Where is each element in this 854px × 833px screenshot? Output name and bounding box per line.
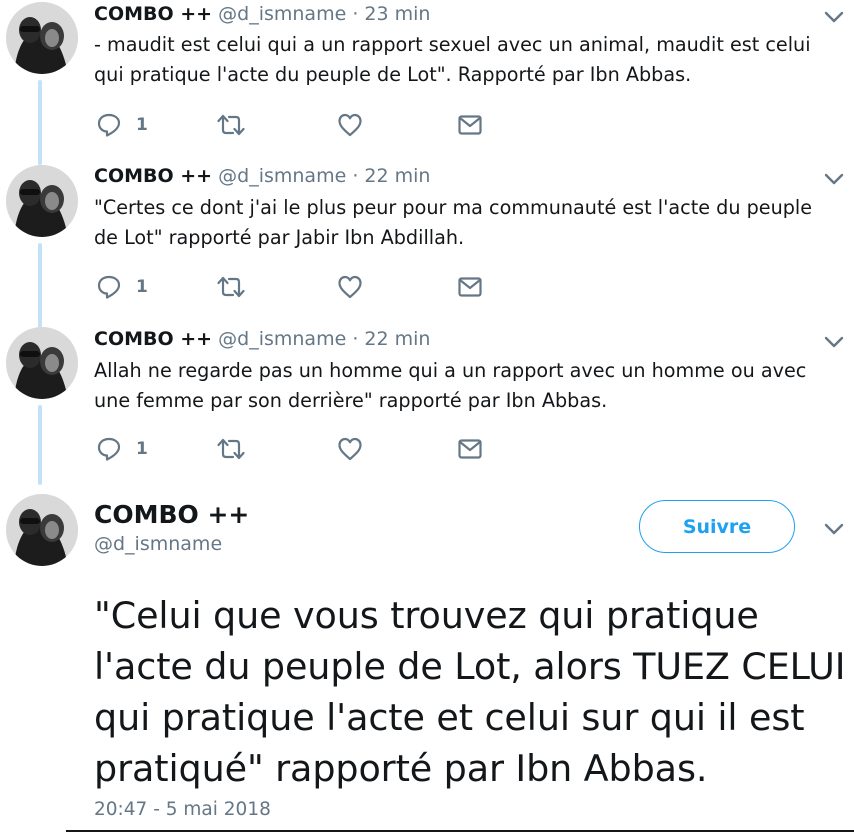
follow-button[interactable]: Suivre xyxy=(639,500,795,553)
chevron-down-icon[interactable] xyxy=(822,520,846,538)
author-name[interactable]: COMBO ++ xyxy=(94,500,249,529)
divider xyxy=(66,830,854,832)
tweet-text: "Celui que vous trouvez qui pratique l'a… xyxy=(94,594,846,790)
avatar[interactable] xyxy=(6,494,78,566)
tweet-timestamp[interactable]: 20:47 - 5 mai 2018 xyxy=(94,799,271,820)
main-tweet: COMBO ++ @d_ismname Suivre "Celui que vo… xyxy=(0,0,854,833)
author-handle[interactable]: @d_ismname xyxy=(94,533,222,555)
